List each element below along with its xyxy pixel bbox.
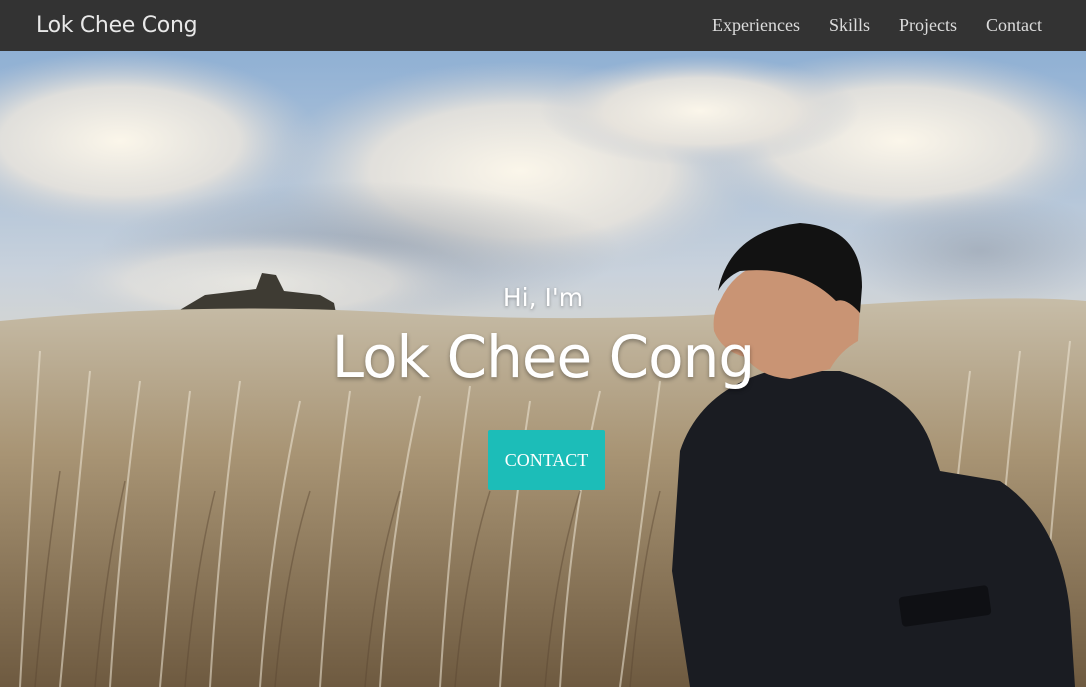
nav-item-experiences: Experiences — [712, 15, 800, 36]
hero-section: Hi, I'm Lok Chee Cong CONTACT — [0, 51, 1086, 687]
hero-name-heading: Lok Chee Cong — [331, 323, 755, 391]
nav-link-skills[interactable]: Skills — [829, 15, 870, 35]
nav-item-skills: Skills — [829, 15, 870, 36]
top-navbar: Lok Chee Cong Experiences Skills Project… — [0, 0, 1086, 51]
nav-link-projects[interactable]: Projects — [899, 15, 957, 35]
hero-greeting: Hi, I'm — [502, 283, 584, 312]
nav-link-experiences[interactable]: Experiences — [712, 15, 800, 35]
nav-links: Experiences Skills Projects Contact — [712, 15, 1042, 36]
hero-content: Hi, I'm Lok Chee Cong CONTACT — [0, 51, 1086, 687]
nav-link-contact[interactable]: Contact — [986, 15, 1042, 35]
brand-logo-link[interactable]: Lok Chee Cong — [36, 13, 198, 38]
contact-button[interactable]: CONTACT — [488, 430, 605, 490]
nav-item-contact: Contact — [986, 15, 1042, 36]
nav-item-projects: Projects — [899, 15, 957, 36]
